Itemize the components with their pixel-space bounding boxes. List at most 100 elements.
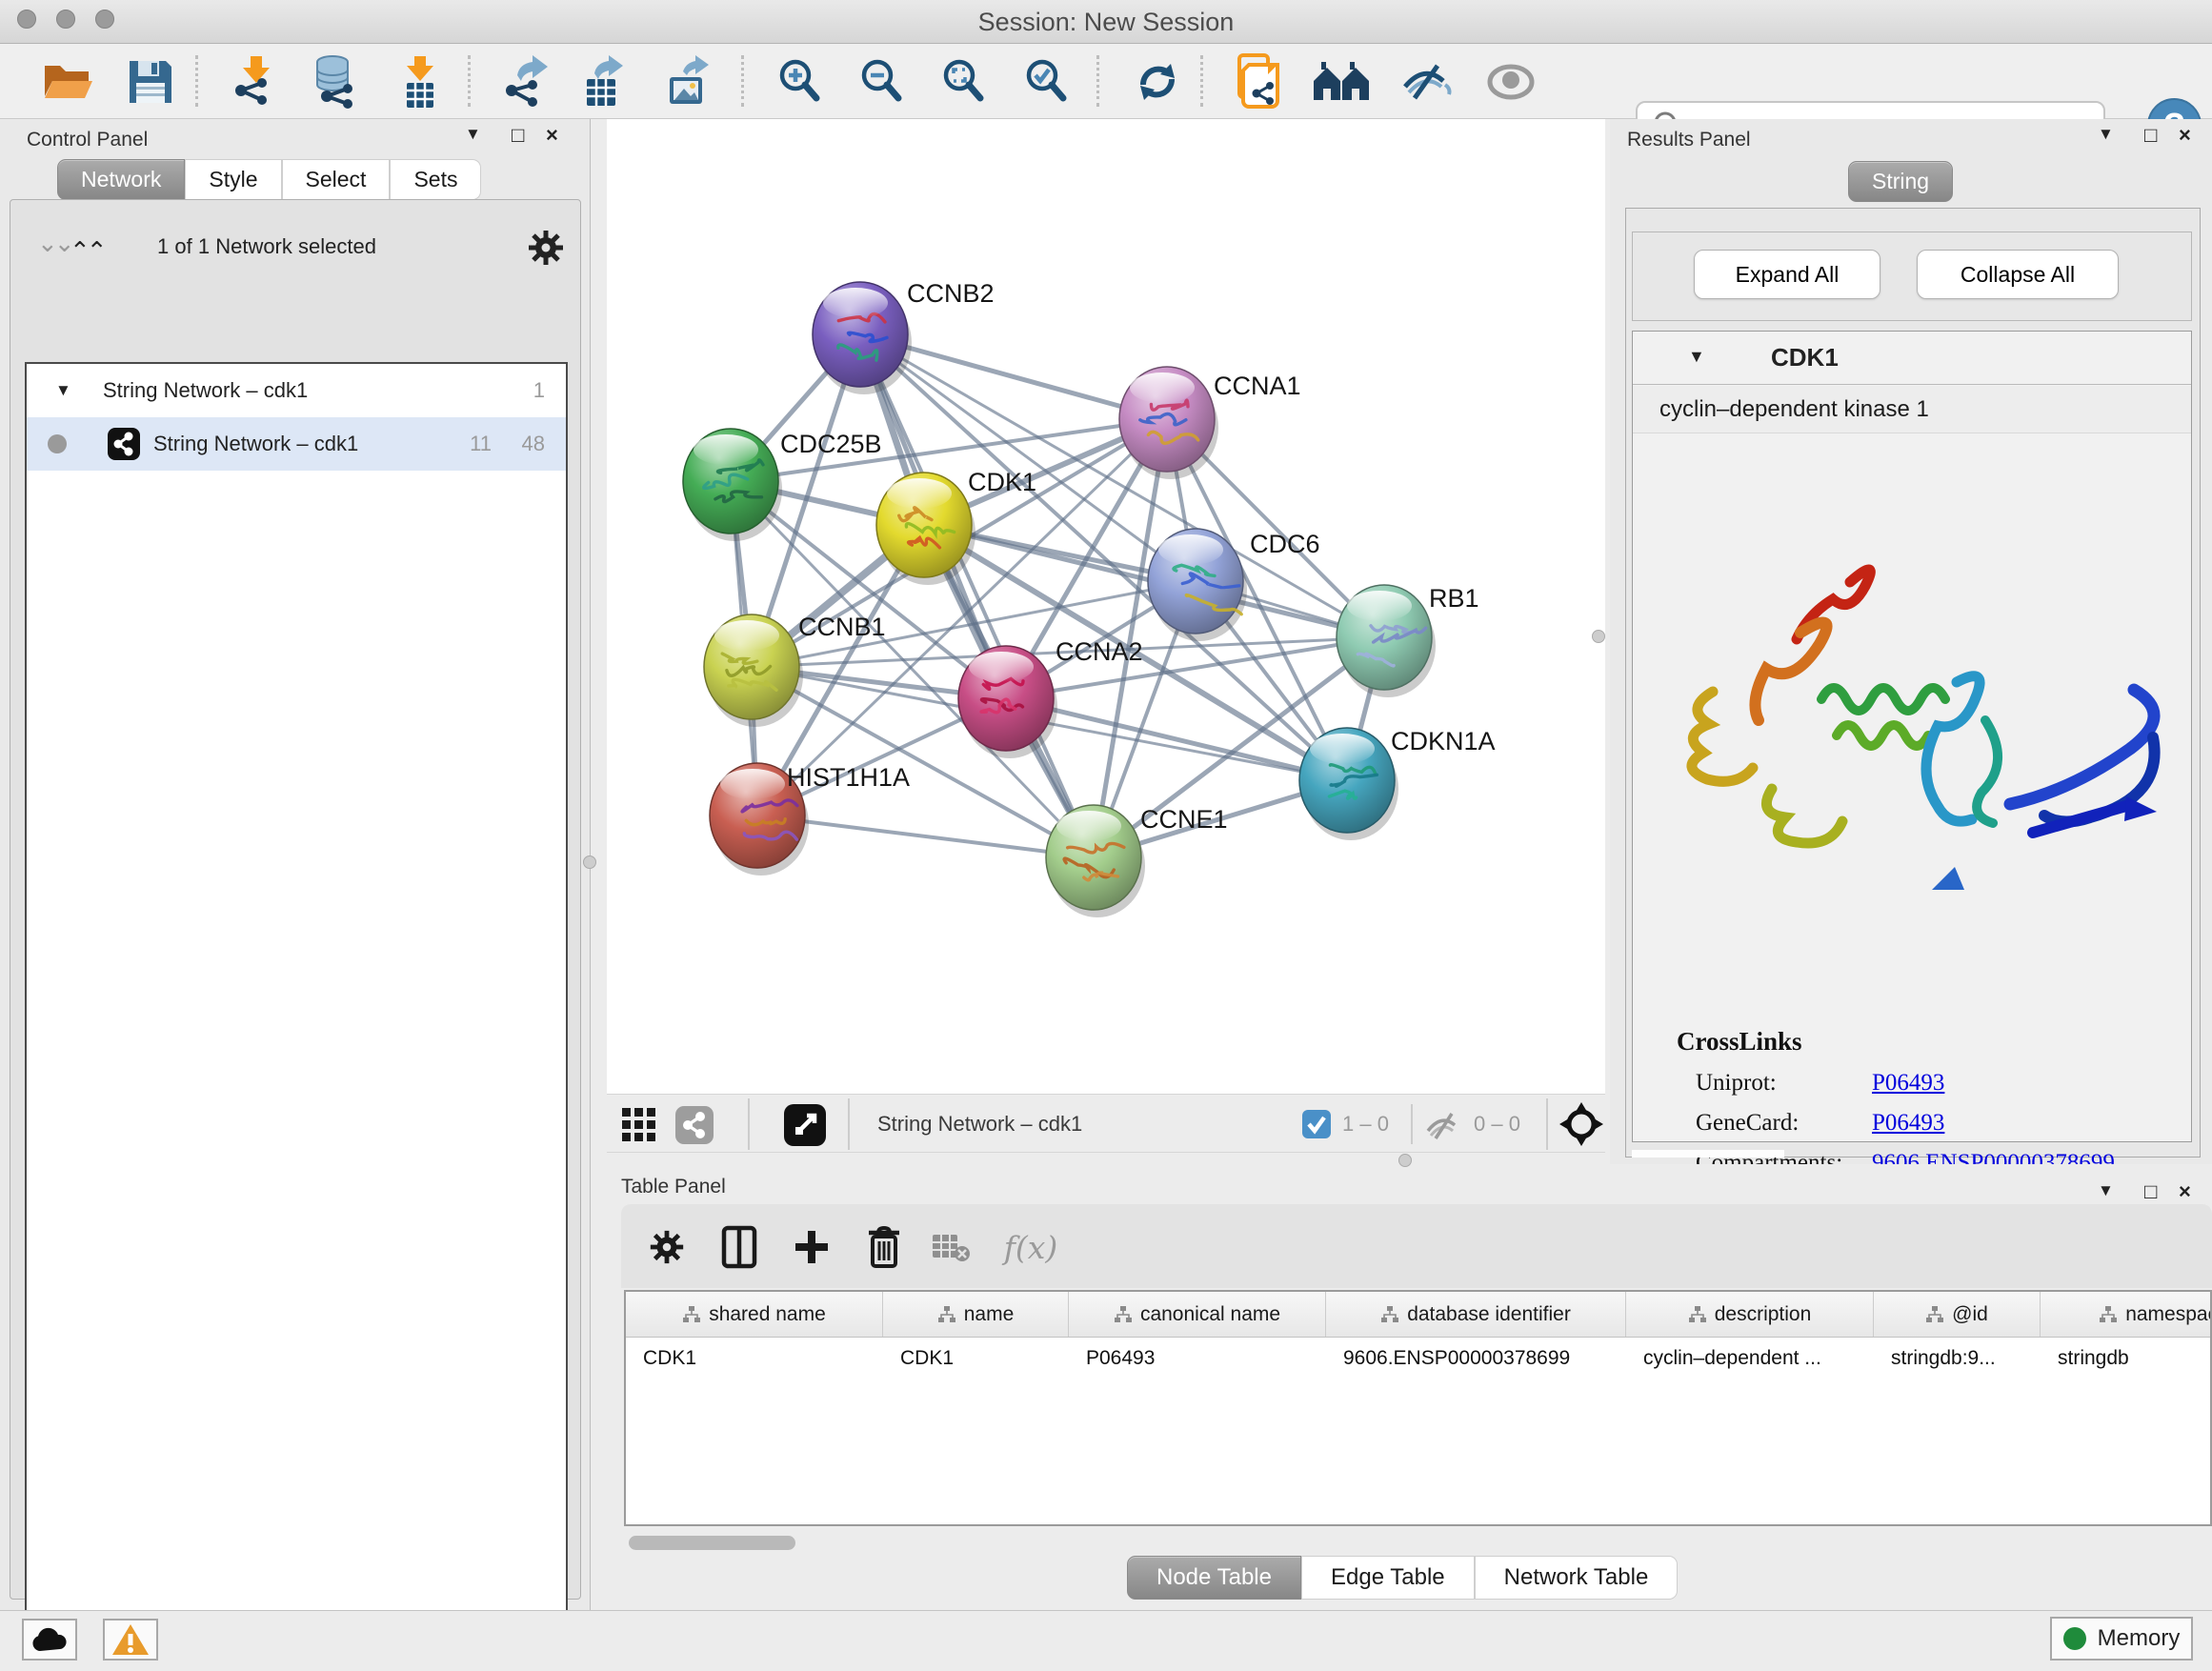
function-builder-icon[interactable]: f(x) xyxy=(993,1225,1069,1269)
node-label-CDC25B: CDC25B xyxy=(780,430,882,458)
export-network-icon[interactable] xyxy=(493,54,559,110)
delete-column-icon[interactable] xyxy=(857,1225,911,1269)
float-panel-icon[interactable]: □ xyxy=(2144,1179,2157,1204)
toolbar-separator xyxy=(741,55,744,107)
import-table-file-icon[interactable] xyxy=(386,54,452,110)
refresh-icon[interactable] xyxy=(1124,54,1191,110)
tab-select[interactable]: Select xyxy=(282,159,391,200)
table-cell[interactable]: cyclin–dependent ... xyxy=(1626,1338,1874,1381)
collection-count: 1 xyxy=(533,364,545,417)
tab-string[interactable]: String xyxy=(1848,161,1953,202)
hidden-counter: 0 – 0 xyxy=(1474,1095,1520,1154)
preview-eye-icon[interactable] xyxy=(1478,54,1544,110)
network-collection-row[interactable]: ▼ String Network – cdk1 1 xyxy=(27,364,566,417)
zoom-out-icon[interactable] xyxy=(848,54,915,110)
collapse-panel-icon[interactable]: ▼ xyxy=(465,125,481,144)
crosslink-link[interactable]: P06493 xyxy=(1872,1110,1944,1136)
open-session-icon[interactable] xyxy=(35,54,102,110)
window-title: Session: New Session xyxy=(0,8,2212,37)
show-columns-icon[interactable] xyxy=(713,1225,766,1269)
selected-nodes-checkbox[interactable] xyxy=(1302,1110,1331,1138)
right-splitter-handle[interactable] xyxy=(1592,630,1605,643)
node-RB1[interactable]: RB1 xyxy=(1337,584,1479,697)
column-header-description[interactable]: description xyxy=(1626,1292,1874,1337)
network-canvas[interactable]: CCNB2CCNA1CDC25BCDK1CDC6RB1CCNB1CCNA2CDK… xyxy=(607,119,1605,1094)
grid-view-icon[interactable] xyxy=(620,1106,658,1144)
column-header-canonical-name[interactable]: canonical name xyxy=(1069,1292,1326,1337)
memory-button[interactable]: Memory xyxy=(2050,1617,2193,1661)
column-header--id[interactable]: @id xyxy=(1874,1292,2041,1337)
table-cell[interactable]: CDK1 xyxy=(626,1338,883,1381)
close-panel-icon[interactable]: × xyxy=(2179,1179,2191,1204)
network-state-dot xyxy=(48,434,67,453)
column-header-database-identifier[interactable]: database identifier xyxy=(1326,1292,1626,1337)
close-panel-icon[interactable]: × xyxy=(2179,123,2191,148)
results-scrollbar[interactable] xyxy=(1632,1150,1784,1158)
table-cell[interactable]: stringdb:9... xyxy=(1874,1338,2041,1381)
column-header-namespace[interactable]: namespace xyxy=(2041,1292,2212,1337)
network-options-gear-icon[interactable] xyxy=(525,227,567,269)
zoom-fit-icon[interactable] xyxy=(930,54,996,110)
network-row-selected[interactable]: String Network – cdk1 11 48 xyxy=(27,417,566,471)
node-gloss xyxy=(1130,372,1195,403)
column-header-shared-name[interactable]: shared name xyxy=(626,1292,883,1337)
tab-sets[interactable]: Sets xyxy=(390,159,481,200)
tree-expander-icon[interactable]: ▼ xyxy=(55,364,71,417)
tab-node-table[interactable]: Node Table xyxy=(1127,1556,1301,1600)
network-edge-count: 48 xyxy=(522,417,545,471)
float-panel-icon[interactable]: □ xyxy=(2144,123,2157,148)
separator xyxy=(848,1098,850,1150)
table-cell[interactable]: CDK1 xyxy=(883,1338,1069,1381)
close-panel-icon[interactable]: × xyxy=(546,123,558,148)
warnings-button[interactable] xyxy=(103,1619,158,1661)
table-cell[interactable]: P06493 xyxy=(1069,1338,1326,1381)
table-cell[interactable]: 9606.ENSP00000378699 xyxy=(1326,1338,1626,1381)
crosshair-icon[interactable] xyxy=(1559,1102,1603,1146)
tab-style[interactable]: Style xyxy=(185,159,281,200)
scrollbar-thumb[interactable] xyxy=(629,1536,795,1550)
table-panel-title: Table Panel xyxy=(621,1176,726,1198)
export-image-icon[interactable] xyxy=(654,54,721,110)
cytoscape-window: Session: New Session xyxy=(0,0,2212,1671)
control-panel-title: Control Panel xyxy=(27,129,148,151)
import-network-database-icon[interactable] xyxy=(304,54,371,110)
crosslink-link[interactable]: P06493 xyxy=(1872,1070,1944,1096)
table-options-gear-icon[interactable] xyxy=(640,1225,694,1269)
node-HIST1H1A[interactable]: HIST1H1A xyxy=(710,763,910,876)
collapse-panel-icon[interactable]: ▼ xyxy=(2098,1181,2114,1200)
cloud-button[interactable] xyxy=(22,1619,77,1661)
network-view-toolbar: String Network – cdk1 1 – 0 0 – 0 xyxy=(607,1094,1605,1153)
float-panel-icon[interactable]: □ xyxy=(512,123,524,148)
crosslink-row: GeneCard:P06493 xyxy=(1696,1110,2191,1137)
collapse-section-icon[interactable]: ▼ xyxy=(1688,347,1705,367)
export-table-icon[interactable] xyxy=(570,54,636,110)
collapse-panel-icon[interactable]: ▼ xyxy=(2098,125,2114,144)
tab-network[interactable]: Network xyxy=(57,159,185,200)
zoom-selected-icon[interactable] xyxy=(1013,54,1079,110)
hide-selected-eye-icon[interactable] xyxy=(1394,54,1460,110)
string-network-graph[interactable]: CCNB2CCNA1CDC25BCDK1CDC6RB1CCNB1CCNA2CDK… xyxy=(607,119,1605,1094)
create-column-icon[interactable] xyxy=(785,1225,838,1269)
table-cell[interactable]: stringdb xyxy=(2041,1338,2212,1381)
table-hscrollbar[interactable] xyxy=(624,1534,2212,1553)
crosslink-label: Uniprot: xyxy=(1696,1070,1872,1097)
gene-card-header[interactable]: ▼ CDK1 xyxy=(1633,332,2191,385)
left-splitter-handle[interactable] xyxy=(583,856,596,869)
clone-network-icon[interactable] xyxy=(1227,54,1294,110)
network-view-icon[interactable] xyxy=(675,1106,714,1144)
node-CDKN1A[interactable]: CDKN1A xyxy=(1299,727,1496,840)
show-all-networks-icon[interactable] xyxy=(1308,54,1375,110)
bottom-splitter-handle[interactable] xyxy=(1398,1154,1412,1167)
tab-edge-table[interactable]: Edge Table xyxy=(1301,1556,1475,1600)
collapse-all-button[interactable]: Collapse All xyxy=(1917,250,2119,299)
table-row[interactable]: CDK1CDK1P064939606.ENSP00000378699cyclin… xyxy=(626,1338,2210,1381)
column-header-name[interactable]: name xyxy=(883,1292,1069,1337)
save-session-icon[interactable] xyxy=(117,54,184,110)
expand-all-button[interactable]: Expand All xyxy=(1694,250,1880,299)
tab-network-table[interactable]: Network Table xyxy=(1475,1556,1679,1600)
delete-table-icon[interactable] xyxy=(924,1225,977,1269)
detach-view-icon[interactable] xyxy=(784,1104,826,1146)
import-network-file-icon[interactable] xyxy=(222,54,289,110)
node-CCNB2[interactable]: CCNB2 xyxy=(813,279,995,394)
zoom-in-icon[interactable] xyxy=(766,54,833,110)
